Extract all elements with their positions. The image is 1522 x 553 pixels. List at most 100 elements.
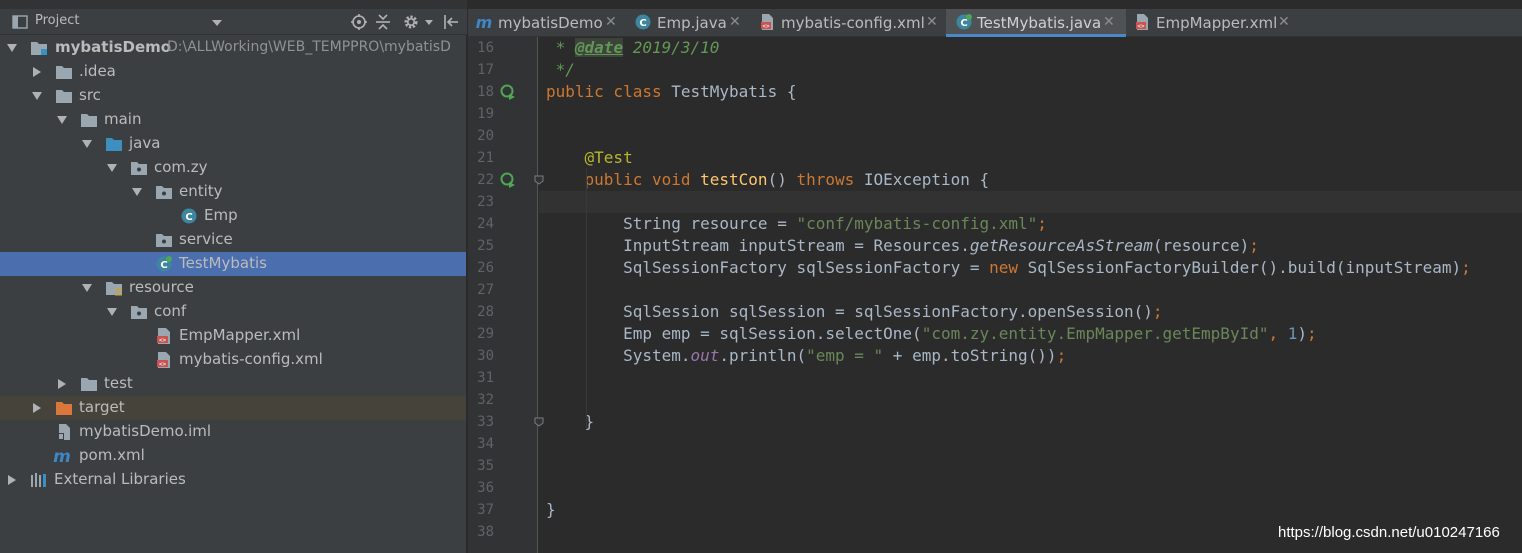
indent-guide bbox=[586, 169, 587, 429]
code-line[interactable]: @Test bbox=[546, 147, 633, 169]
tree-node-entity[interactable]: entity bbox=[0, 180, 466, 204]
tree-node-pom-xml[interactable]: m pom.xml bbox=[0, 444, 466, 468]
expanded-arrow-icon[interactable] bbox=[56, 114, 68, 126]
line-number: 20 bbox=[477, 128, 494, 144]
tree-node-target[interactable]: target bbox=[0, 396, 466, 420]
tree-node-conf[interactable]: conf bbox=[0, 300, 466, 324]
project-tool-window: Project mybatisDemo D:\ALLWorking\WEB_TE… bbox=[0, 0, 467, 553]
code-token: , bbox=[1268, 324, 1288, 343]
fold-marker-icon[interactable] bbox=[534, 175, 544, 185]
xml-file-icon: <> bbox=[157, 352, 170, 368]
code-line[interactable]: SqlSession sqlSession = sqlSessionFactor… bbox=[546, 301, 1162, 323]
collapsed-arrow-icon[interactable] bbox=[6, 474, 18, 486]
close-icon[interactable]: ✕ bbox=[605, 14, 617, 30]
tree-node-java[interactable]: java bbox=[0, 132, 466, 156]
svg-text:C: C bbox=[160, 260, 167, 271]
code-line[interactable]: */ bbox=[546, 59, 575, 81]
code-line[interactable]: System.out.println("emp = " + emp.toStri… bbox=[546, 345, 1066, 367]
locate-file-icon[interactable] bbox=[350, 13, 368, 31]
tab-testmybatis-java[interactable]: C TestMybatis.java ✕ bbox=[946, 9, 1126, 37]
code-token: ; bbox=[1307, 324, 1317, 343]
expanded-arrow-icon[interactable] bbox=[106, 162, 118, 174]
line-number: 29 bbox=[477, 326, 494, 342]
collapsed-arrow-icon[interactable] bbox=[31, 66, 43, 78]
tab-label: EmpMapper.xml bbox=[1156, 14, 1278, 32]
iml-file-icon bbox=[58, 424, 70, 440]
tab-mybatis-config-xml[interactable]: <> mybatis-config.xml ✕ bbox=[749, 9, 946, 37]
svg-text:<>: <> bbox=[762, 23, 770, 30]
tree-label: target bbox=[79, 398, 125, 416]
code-token: .println( bbox=[719, 346, 807, 365]
tab-emp-java[interactable]: C Emp.java ✕ bbox=[625, 9, 749, 37]
close-icon[interactable]: ✕ bbox=[729, 14, 741, 30]
java-class-icon: C bbox=[181, 208, 197, 224]
expanded-arrow-icon[interactable] bbox=[81, 138, 93, 150]
hide-panel-icon[interactable] bbox=[442, 13, 460, 31]
editor-tab-bar: m mybatisDemo ✕ C Emp.java ✕ <> mybatis-… bbox=[468, 9, 1522, 37]
tab-empmapper-xml[interactable]: <> EmpMapper.xml ✕ bbox=[1126, 9, 1298, 37]
code-token: Emp emp = sqlSession.selectOne( bbox=[546, 324, 922, 343]
project-view-selector[interactable]: Project bbox=[35, 13, 79, 28]
collapsed-arrow-icon[interactable] bbox=[31, 402, 43, 414]
line-number: 28 bbox=[477, 304, 494, 320]
tree-node-mybatis-config-xml[interactable]: <> mybatis-config.xml bbox=[0, 348, 466, 372]
tree-node-empmapper-xml[interactable]: <> EmpMapper.xml bbox=[0, 324, 466, 348]
tree-label: resource bbox=[129, 278, 194, 296]
tree-label: entity bbox=[179, 182, 223, 200]
code-line[interactable]: * @date 2019/3/10 bbox=[546, 37, 719, 59]
tree-label: mybatisDemo.iml bbox=[79, 422, 212, 440]
close-icon[interactable]: ✕ bbox=[926, 14, 938, 30]
code-line[interactable]: public void testCon() throws IOException… bbox=[546, 169, 990, 191]
xml-file-icon: <> bbox=[761, 14, 773, 30]
tree-node-mybatisdemo[interactable]: mybatisDemo D:\ALLWorking\WEB_TEMPPRO\my… bbox=[0, 36, 466, 60]
line-number: 27 bbox=[477, 282, 494, 298]
code-editor[interactable]: 16 17 18 19 20 21 22 23 24 25 26 27 28 29 30 31 32 33 34 35… bbox=[468, 37, 1522, 553]
tree-label: mybatis-config.xml bbox=[179, 350, 323, 368]
tree-node-com-zy[interactable]: com.zy bbox=[0, 156, 466, 180]
line-number: 32 bbox=[477, 392, 494, 408]
run-test-icon[interactable] bbox=[500, 84, 516, 100]
settings-gear-icon[interactable] bbox=[402, 13, 420, 31]
code-line[interactable]: Emp emp = sqlSession.selectOne("com.zy.e… bbox=[546, 323, 1317, 345]
chevron-down-icon[interactable] bbox=[425, 20, 433, 25]
expanded-arrow-icon[interactable] bbox=[31, 90, 43, 102]
code-line[interactable]: public class TestMybatis { bbox=[546, 81, 796, 103]
excluded-folder-icon bbox=[56, 402, 72, 415]
folder-icon bbox=[56, 66, 72, 79]
expanded-arrow-icon[interactable] bbox=[131, 186, 143, 198]
line-number: 23 bbox=[477, 194, 494, 210]
chevron-down-icon[interactable] bbox=[212, 20, 222, 26]
code-line[interactable]: SqlSessionFactory sqlSessionFactory = ne… bbox=[546, 257, 1471, 279]
close-icon[interactable]: ✕ bbox=[1103, 14, 1115, 30]
code-line[interactable]: String resource = "conf/mybatis-config.x… bbox=[546, 213, 1047, 235]
expanded-arrow-icon[interactable] bbox=[81, 282, 93, 294]
tree-node-resource[interactable]: resource bbox=[0, 276, 466, 300]
watermark-text: https://blog.csdn.net/u010247166 bbox=[1278, 524, 1500, 541]
tree-label: service bbox=[179, 230, 233, 248]
tree-node-service[interactable]: service bbox=[0, 228, 466, 252]
code-line[interactable]: InputStream inputStream = Resources.getR… bbox=[546, 235, 1259, 257]
code-token: 2019/3/10 bbox=[623, 38, 720, 57]
tree-node-main[interactable]: main bbox=[0, 108, 466, 132]
test-class-icon: C bbox=[956, 14, 972, 30]
collapse-all-icon[interactable] bbox=[374, 13, 392, 31]
tree-node-emp[interactable]: C Emp bbox=[0, 204, 466, 228]
tree-node-external-libraries[interactable]: External Libraries bbox=[0, 468, 466, 492]
tree-node-mybatisdemo-iml[interactable]: mybatisDemo.iml bbox=[0, 420, 466, 444]
editor-gutter[interactable]: 16 17 18 19 20 21 22 23 24 25 26 27 28 29 30 31 32 33 34 35… bbox=[468, 37, 544, 553]
expanded-arrow-icon[interactable] bbox=[106, 306, 118, 318]
code-line[interactable]: } bbox=[546, 499, 556, 521]
tree-node-testmybatis[interactable]: C TestMybatis bbox=[0, 252, 466, 276]
fold-marker-icon[interactable] bbox=[534, 417, 544, 427]
tab-mybatisdemo[interactable]: m mybatisDemo ✕ bbox=[468, 9, 625, 37]
code-token: IOException { bbox=[863, 170, 990, 189]
collapsed-arrow-icon[interactable] bbox=[56, 378, 68, 390]
run-test-icon[interactable] bbox=[500, 172, 516, 188]
line-number: 38 bbox=[477, 524, 494, 540]
tree-node-src[interactable]: src bbox=[0, 84, 466, 108]
close-icon[interactable]: ✕ bbox=[1278, 14, 1290, 30]
code-token: ; bbox=[1056, 346, 1067, 365]
tree-node-test[interactable]: test bbox=[0, 372, 466, 396]
tree-node-idea[interactable]: .idea bbox=[0, 60, 466, 84]
expanded-arrow-icon[interactable] bbox=[6, 42, 18, 54]
